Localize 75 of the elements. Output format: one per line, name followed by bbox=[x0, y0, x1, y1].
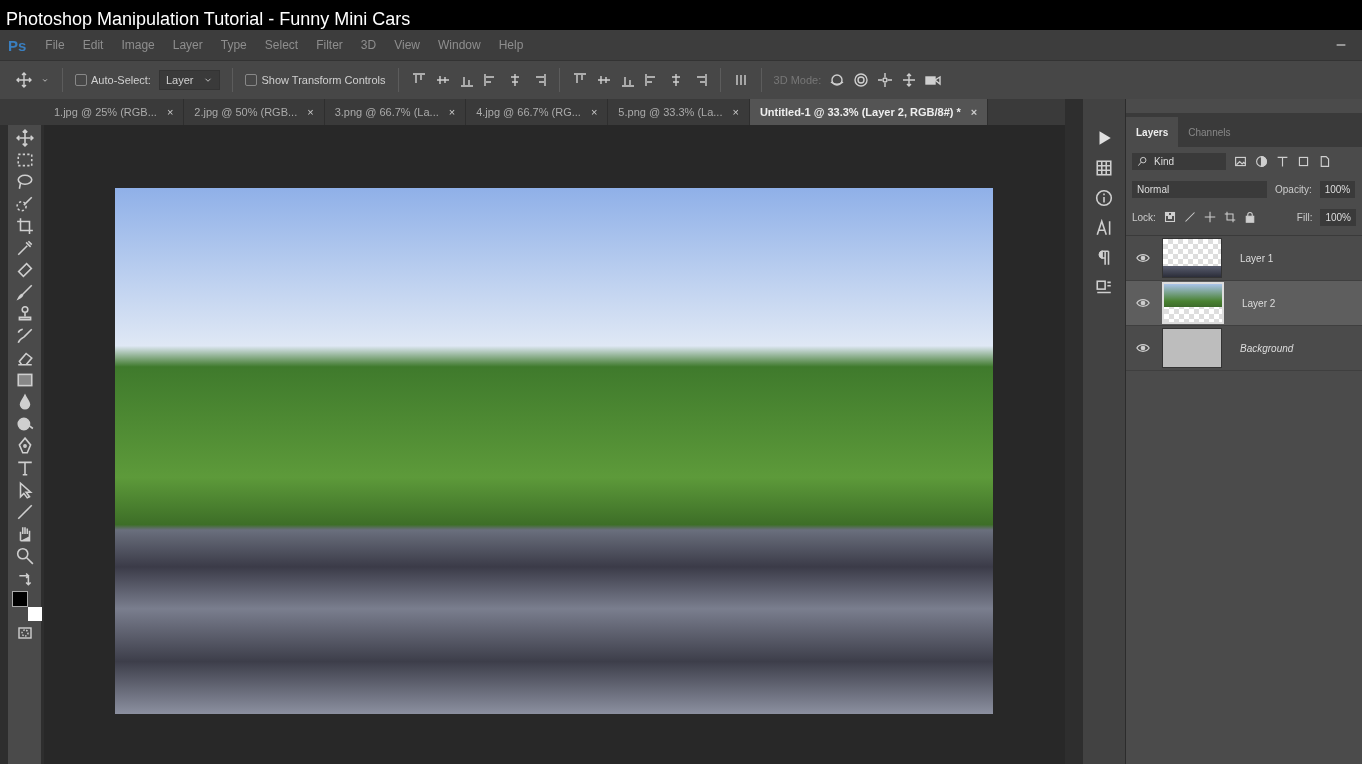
close-button[interactable]: × bbox=[307, 106, 314, 118]
layer-name: Layer 1 bbox=[1240, 252, 1274, 264]
move-icon[interactable] bbox=[1203, 211, 1216, 223]
filter-dropdown[interactable]: Kind bbox=[1132, 152, 1226, 170]
layer-thumbnail bbox=[1162, 328, 1222, 368]
layer-dropdown[interactable]: Layer bbox=[158, 70, 221, 90]
search-icon[interactable] bbox=[15, 547, 34, 565]
close-button[interactable]: × bbox=[590, 106, 598, 118]
lasso-icon[interactable] bbox=[15, 173, 34, 191]
video-title: Photoshop Manipulation Tutorial - Funny Mini Cars bbox=[6, 8, 411, 30]
menu-item[interactable]: Help bbox=[489, 38, 533, 52]
roll-icon[interactable] bbox=[853, 72, 870, 88]
shape-filter-icon[interactable] bbox=[1297, 154, 1310, 168]
type-filter-icon[interactable] bbox=[1276, 154, 1289, 168]
layer-row[interactable]: Background bbox=[1126, 326, 1362, 371]
document-tab[interactable]: 1.jpg @ 25% (RGB... × bbox=[44, 99, 185, 125]
close-button[interactable]: × bbox=[970, 106, 978, 118]
close-button[interactable]: × bbox=[448, 106, 456, 118]
show-transform-label: Show Transform Controls bbox=[261, 74, 386, 86]
eyedropper-icon[interactable] bbox=[15, 239, 34, 257]
eye-icon[interactable] bbox=[1136, 251, 1150, 265]
document-tab[interactable]: 4.jpg @ 66.7% (RG... × bbox=[466, 99, 609, 125]
opacity-field[interactable]: 100% bbox=[1319, 180, 1356, 198]
layer-name: Layer 2 bbox=[1242, 297, 1276, 309]
menu-item[interactable]: View bbox=[385, 38, 429, 52]
layer-name: Background bbox=[1240, 342, 1294, 354]
dodge-icon[interactable] bbox=[15, 415, 34, 433]
grid-icon[interactable] bbox=[1095, 159, 1113, 177]
history-brush-icon[interactable] bbox=[15, 327, 34, 345]
slide-icon[interactable] bbox=[901, 72, 918, 88]
adjustment-filter-icon[interactable] bbox=[1255, 154, 1268, 168]
line-icon[interactable] bbox=[15, 503, 34, 521]
quick-selection-icon[interactable] bbox=[15, 195, 34, 213]
layer-thumbnail bbox=[1162, 238, 1222, 278]
document-tab[interactable]: 5.png @ 33.3% (La... × bbox=[608, 99, 750, 125]
fill-field[interactable]: 100% bbox=[1320, 208, 1356, 226]
lock-icon[interactable] bbox=[1243, 211, 1256, 223]
checkbox[interactable] bbox=[245, 74, 258, 86]
marquee-icon[interactable] bbox=[15, 151, 34, 169]
close-button[interactable]: × bbox=[166, 106, 174, 118]
foreground-swatch[interactable] bbox=[11, 591, 28, 607]
eye-icon[interactable] bbox=[1136, 296, 1150, 310]
crop-icon[interactable] bbox=[15, 217, 34, 235]
checkbox[interactable] bbox=[75, 74, 87, 86]
layer-row[interactable]: Layer 1 bbox=[1126, 236, 1362, 281]
document-tab[interactable]: 3.png @ 66.7% (La... × bbox=[324, 99, 467, 125]
search-icon bbox=[1137, 155, 1148, 167]
smart-object-filter-icon[interactable] bbox=[1318, 154, 1331, 168]
background-swatch[interactable] bbox=[27, 607, 42, 621]
type-tool-icon[interactable] bbox=[15, 459, 34, 477]
move-icon[interactable] bbox=[16, 72, 32, 88]
layer-row[interactable]: Layer 2 bbox=[1126, 281, 1362, 326]
brush-icon[interactable] bbox=[15, 283, 34, 301]
panel-tab[interactable]: Layers bbox=[1126, 117, 1179, 147]
blend-mode-dropdown[interactable]: Normal bbox=[1132, 180, 1267, 198]
close-button[interactable]: × bbox=[732, 106, 739, 118]
orbit-icon[interactable] bbox=[829, 72, 846, 88]
info-icon[interactable] bbox=[1095, 189, 1113, 207]
document-tab[interactable]: 2.jpg @ 50% (RGB... × bbox=[184, 99, 325, 125]
app-logo: Ps bbox=[8, 36, 27, 54]
brush-icon[interactable] bbox=[1183, 211, 1196, 223]
gradient-icon[interactable] bbox=[15, 371, 34, 389]
auto-select-label: Auto-Select: bbox=[91, 74, 151, 86]
document-tab[interactable]: Untitled-1 @ 33.3% (Layer 2, RGB/8#) * × bbox=[749, 99, 989, 125]
artboard-icon[interactable] bbox=[1223, 211, 1236, 223]
move-icon[interactable] bbox=[15, 129, 34, 147]
image-filter-icon[interactable] bbox=[1234, 154, 1247, 168]
fill-label: Fill: bbox=[1296, 211, 1313, 223]
opacity-label: Opacity: bbox=[1275, 183, 1312, 195]
eye-icon[interactable] bbox=[1136, 341, 1150, 355]
lock-label: Lock: bbox=[1132, 211, 1156, 223]
pan-icon[interactable] bbox=[877, 72, 894, 88]
layer-thumbnail bbox=[1162, 282, 1224, 324]
quick-mask-icon[interactable] bbox=[16, 625, 33, 641]
character-icon[interactable] bbox=[1095, 219, 1113, 237]
